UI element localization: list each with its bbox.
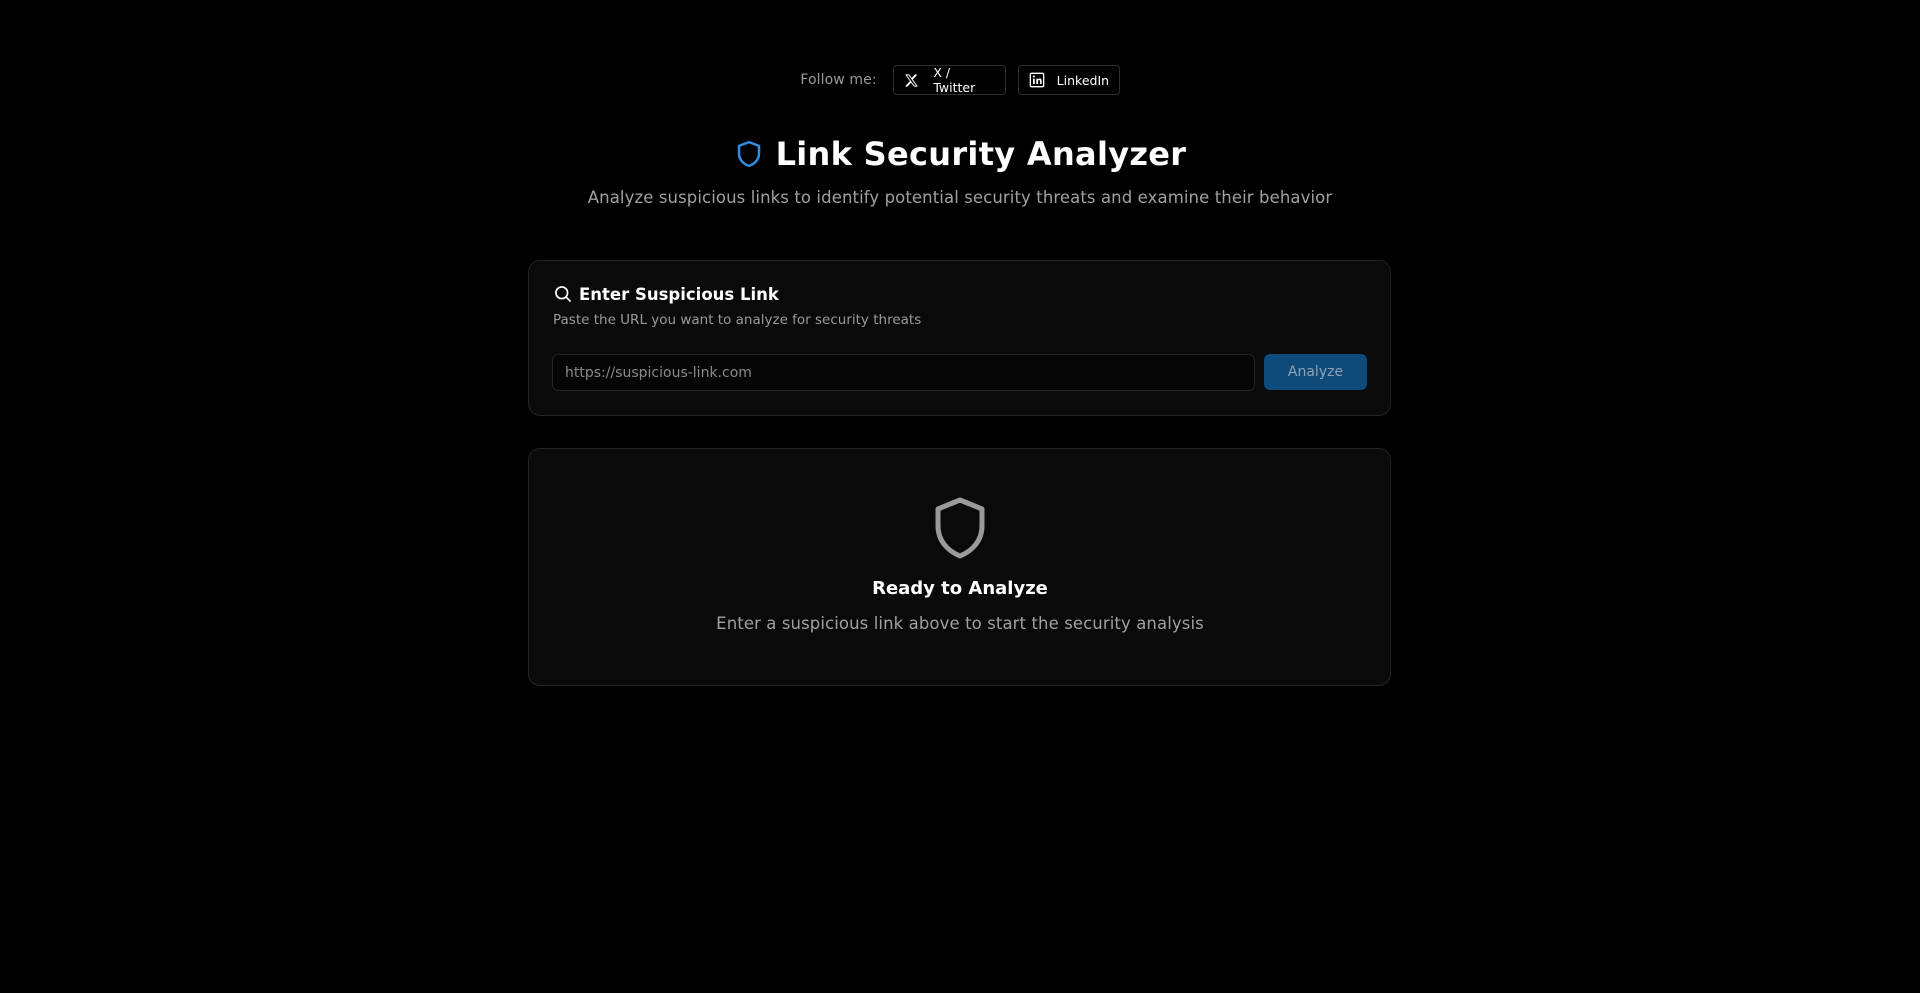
follow-bar: Follow me: X / Twitter LinkedIn: [0, 64, 1920, 96]
analysis-status-card: [528, 448, 1391, 686]
analyze-button[interactable]: Analyze: [1264, 354, 1367, 390]
search-icon: [553, 284, 573, 304]
shield-icon: [932, 496, 988, 560]
linkedin-icon: [1029, 72, 1045, 88]
link-input-card-description: Paste the URL you want to analyze for se…: [553, 312, 922, 328]
follow-label: Follow me:: [800, 72, 877, 88]
page-title: Link Security Analyzer: [775, 135, 1187, 173]
twitter-link-label: X / Twitter: [933, 65, 976, 95]
status-description: Enter a suspicious link above to start t…: [716, 614, 1204, 633]
page-subtitle: Analyze suspicious links to identify pot…: [587, 188, 1333, 207]
shield-icon: [734, 138, 764, 170]
twitter-link-button[interactable]: X / Twitter: [892, 65, 1006, 95]
x-twitter-icon: [904, 72, 920, 88]
url-input[interactable]: [552, 354, 1255, 391]
link-input-card-header: Enter Suspicious Link: [553, 284, 779, 304]
linkedin-link-button[interactable]: LinkedIn: [1017, 65, 1120, 95]
status-title: Ready to Analyze: [872, 578, 1048, 599]
link-input-card-title: Enter Suspicious Link: [579, 284, 779, 304]
page: Follow me: X / Twitter LinkedIn Link Sec…: [0, 0, 1920, 993]
page-header: Link Security Analyzer: [0, 130, 1920, 178]
linkedin-link-label: LinkedIn: [1056, 72, 1110, 88]
